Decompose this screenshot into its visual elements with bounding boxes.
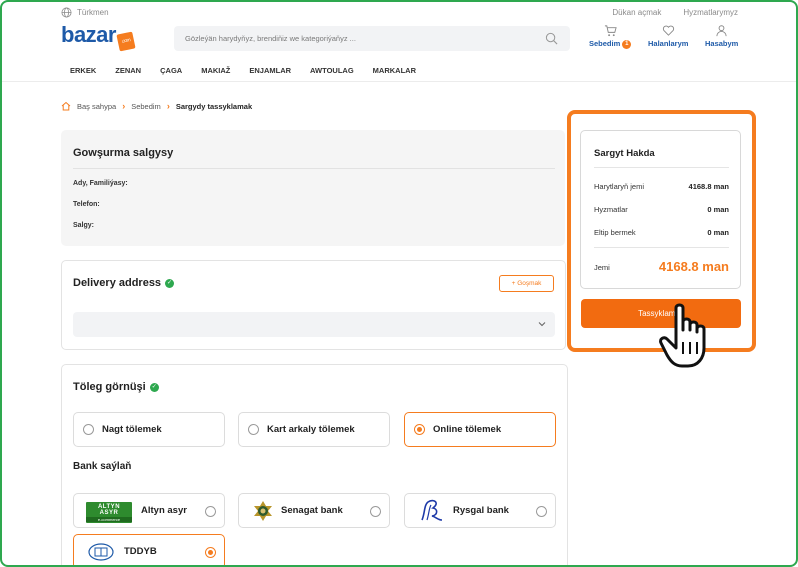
delivery-info-card: Gowşurma salgysy Ady, Familiýasy: Telefo… xyxy=(61,130,565,246)
language-switcher[interactable]: Türkmen xyxy=(61,7,109,18)
payment-option-label: Kart arkaly tölemek xyxy=(267,424,355,435)
divider xyxy=(594,247,729,248)
search-placeholder: Gözleýän harydyňyz, brendiňiz we kategor… xyxy=(185,34,356,43)
delivery-address-card: Delivery address ✓ + Goşmak xyxy=(61,260,566,350)
bank-option-rysgal[interactable]: Rysgal bank xyxy=(404,493,556,528)
cart-count-badge: 1 xyxy=(622,39,632,49)
radio-online[interactable] xyxy=(414,424,425,435)
radio-senagat[interactable] xyxy=(370,506,381,517)
name-label: Ady, Familiýasy: xyxy=(73,180,128,187)
bank-label: Rysgal bank xyxy=(453,505,509,516)
payment-title: Töleg görnüşi ✓ xyxy=(73,381,159,393)
bank-label: Senagat bank xyxy=(281,505,343,516)
address-label: Salgy: xyxy=(73,222,95,229)
home-icon[interactable] xyxy=(61,101,71,111)
app-frame: Türkmen Dükan açmak Hyzmatlarymyz bazar … xyxy=(0,0,798,567)
payment-card: Töleg görnüşi ✓ Nagt tölemek Kart arkaly … xyxy=(61,364,568,565)
divider xyxy=(73,168,555,169)
radio-cash[interactable] xyxy=(83,424,94,435)
summary-row-delivery: Eltip bermek 0 man xyxy=(594,228,729,237)
globe-icon xyxy=(61,7,72,18)
nav-item-men[interactable]: ERKEK xyxy=(70,66,96,75)
favorites-button[interactable]: Halanlarym xyxy=(648,24,688,48)
language-label: Türkmen xyxy=(77,8,109,17)
payment-option-online[interactable]: Online tölemek xyxy=(404,412,556,447)
chevron-right-icon: › xyxy=(122,101,126,111)
search-icon[interactable] xyxy=(545,32,558,45)
search-input[interactable]: Gözleýän harydyňyz, brendiňiz we kategor… xyxy=(174,26,570,51)
bank-option-altyn-asyr[interactable]: ALTYN ASYR e-commerce Altyn asyr xyxy=(73,493,225,528)
open-shop-link[interactable]: Dükan açmak xyxy=(612,8,661,17)
summary-row-items: Harytlaryň jemi 4168.8 man xyxy=(594,182,729,191)
senagat-bank-logo xyxy=(254,501,272,521)
cart-label: Sebedim xyxy=(589,39,621,48)
cart-icon xyxy=(604,25,617,37)
user-icon xyxy=(716,25,727,37)
bank-title: Bank saýlaň xyxy=(73,461,132,472)
account-label: Hasabym xyxy=(705,39,739,48)
account-button[interactable]: Hasabym xyxy=(705,24,738,48)
radio-tddyb[interactable] xyxy=(205,547,216,558)
bank-option-tddyb[interactable]: TDDYB xyxy=(73,534,225,565)
altyn-asyr-logo: ALTYN ASYR e-commerce xyxy=(86,502,132,523)
radio-altyn-asyr[interactable] xyxy=(205,506,216,517)
radio-card[interactable] xyxy=(248,424,259,435)
payment-option-label: Nagt tölemek xyxy=(102,424,162,435)
breadcrumb-home[interactable]: Baş sahypa xyxy=(77,102,116,111)
phone-label: Telefon: xyxy=(73,201,100,208)
bank-label: TDDYB xyxy=(124,546,157,557)
chevron-right-icon: › xyxy=(166,101,170,111)
check-icon: ✓ xyxy=(149,382,159,392)
cart-button[interactable]: Sebedim 1 xyxy=(589,24,632,49)
breadcrumb-cart[interactable]: Sebedim xyxy=(131,102,161,111)
favorites-label: Halanlarym xyxy=(648,39,689,48)
services-link[interactable]: Hyzmatlarymyz xyxy=(683,8,738,17)
rysgal-bank-logo xyxy=(421,499,443,521)
add-address-button[interactable]: + Goşmak xyxy=(499,275,554,292)
nav-item-brands[interactable]: MARKALAR xyxy=(373,66,416,75)
nav-item-auto[interactable]: AWTOULAG xyxy=(310,66,354,75)
heart-icon xyxy=(662,25,674,36)
breadcrumb-current: Sargydy tassyklamak xyxy=(175,101,253,111)
address-select[interactable] xyxy=(73,312,555,337)
payment-option-card[interactable]: Kart arkaly tölemek xyxy=(238,412,390,447)
bank-option-senagat[interactable]: Senagat bank xyxy=(238,493,390,528)
nav-item-makeup[interactable]: MAKIAŽ xyxy=(201,66,230,75)
check-icon: ✓ xyxy=(165,278,175,288)
tddyb-logo xyxy=(88,543,114,561)
summary-row-services: Hyzmatlar 0 man xyxy=(594,205,729,214)
summary-title: Sargyt Hakda xyxy=(594,148,655,159)
payment-option-cash[interactable]: Nagt tölemek xyxy=(73,412,225,447)
delivery-info-title: Gowşurma salgysy xyxy=(73,147,174,159)
nav-item-kids[interactable]: ÇAGA xyxy=(160,66,182,75)
order-summary-card: Sargyt Hakda Harytlaryň jemi 4168.8 man H… xyxy=(580,130,741,289)
hand-cursor-icon xyxy=(659,303,706,368)
delivery-address-title: Delivery address ✓ xyxy=(73,277,175,289)
nav-item-devices[interactable]: ENJAMLAR xyxy=(249,66,291,75)
top-bar: Türkmen Dükan açmak Hyzmatlarymyz xyxy=(2,2,796,22)
nav-item-women[interactable]: ZENAN xyxy=(115,66,141,75)
payment-option-label: Online tölemek xyxy=(433,424,502,435)
divider xyxy=(594,167,729,168)
category-nav: ERKEK ZENAN ÇAGA MAKIAŽ ENJAMLAR AWTOULA… xyxy=(2,60,796,82)
logo-tag: .com xyxy=(116,31,136,52)
bank-label: Altyn asyr xyxy=(141,505,187,516)
chevron-down-icon xyxy=(538,322,546,327)
breadcrumb: Baş sahypa › Sebedim › Sargydy tassyklam… xyxy=(61,101,252,111)
radio-rysgal[interactable] xyxy=(536,506,547,517)
summary-total: Jemi 4168.8 man xyxy=(594,259,729,274)
logo[interactable]: bazar .com xyxy=(61,22,136,52)
